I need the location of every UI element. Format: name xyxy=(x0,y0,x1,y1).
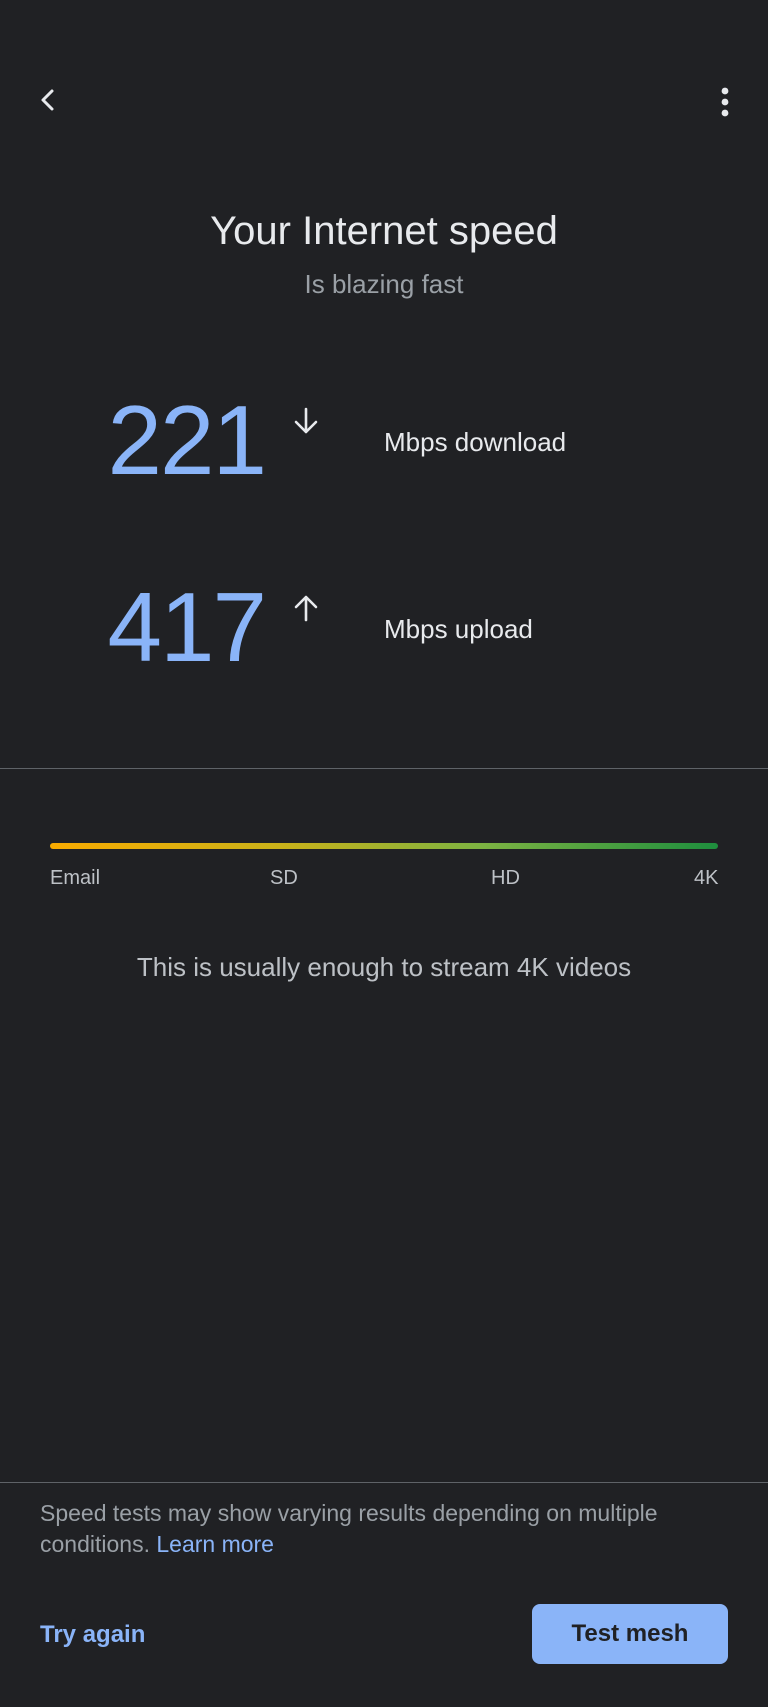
scale-label-4k: 4K xyxy=(694,867,719,889)
scale-label-sd: SD xyxy=(270,867,298,889)
speed-test-disclaimer: Speed tests may show varying results dep… xyxy=(40,1498,730,1560)
divider xyxy=(0,1482,768,1483)
scale-label-hd: HD xyxy=(491,867,520,889)
back-button[interactable] xyxy=(26,78,70,122)
upload-speed-label: Mbps upload xyxy=(384,614,533,644)
download-speed-row: 221 Mbps download xyxy=(0,385,768,505)
top-app-bar xyxy=(0,0,768,200)
download-speed-value: 221 xyxy=(107,385,267,495)
page-subtitle: Is blazing fast xyxy=(304,269,464,299)
arrow-up-icon xyxy=(294,595,318,622)
test-mesh-button[interactable]: Test mesh xyxy=(532,1604,728,1664)
disclaimer-text: Speed tests may show varying results dep… xyxy=(40,1500,658,1557)
scale-label-email: Email xyxy=(50,867,101,889)
divider xyxy=(0,768,768,769)
arrow-down-icon xyxy=(294,407,318,434)
try-again-button[interactable]: Try again xyxy=(40,1615,145,1655)
more-vert-icon xyxy=(721,87,729,117)
page-title: Your Internet speed xyxy=(210,209,558,253)
learn-more-link[interactable]: Learn more xyxy=(156,1531,274,1557)
chevron-left-icon xyxy=(41,89,54,111)
stream-capability-note: This is usually enough to stream 4K vide… xyxy=(136,952,632,982)
upload-speed-value: 417 xyxy=(107,572,267,682)
more-options-button[interactable] xyxy=(703,80,747,124)
upload-speed-row: 417 Mbps upload xyxy=(0,572,768,692)
quality-scale-bar xyxy=(50,843,718,849)
download-speed-label: Mbps download xyxy=(384,427,567,457)
